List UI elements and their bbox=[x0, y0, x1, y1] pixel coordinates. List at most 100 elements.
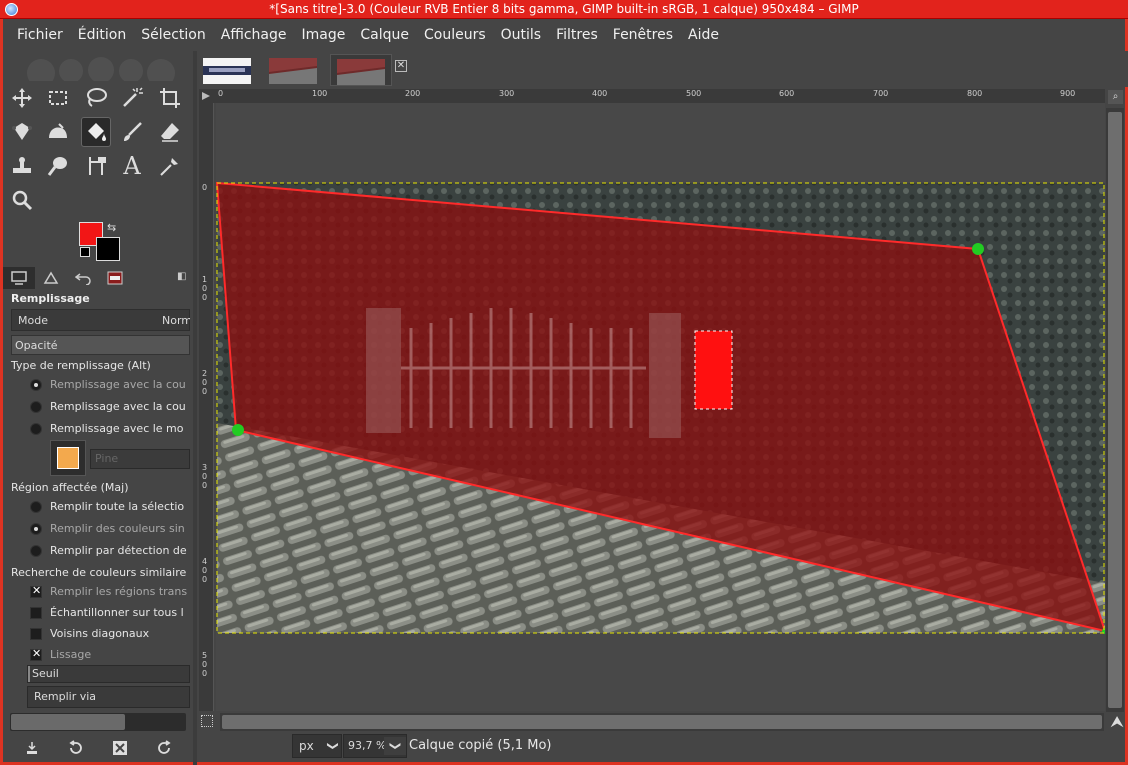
pattern-button[interactable] bbox=[50, 440, 86, 476]
fill-type-option-pattern[interactable]: Remplissage avec le mo bbox=[30, 420, 190, 438]
swap-colors-icon[interactable]: ⇆ bbox=[107, 221, 116, 234]
tool-options-scrollbar[interactable] bbox=[10, 713, 186, 731]
radio-indicator bbox=[30, 501, 42, 513]
ruler-h-label: 400 bbox=[592, 89, 608, 98]
menu-couleurs[interactable]: Couleurs bbox=[418, 27, 492, 43]
option-fill-transparent[interactable]: Remplir les régions trans bbox=[30, 583, 190, 601]
bucket-fill-tool-icon[interactable] bbox=[81, 117, 111, 147]
clone-tool-icon[interactable] bbox=[7, 151, 37, 181]
menu-image[interactable]: Image bbox=[296, 27, 352, 43]
radio-indicator bbox=[30, 423, 42, 435]
horizontal-ruler[interactable]: 0 100 200 300 400 500 600 700 800 900 bbox=[216, 89, 1105, 104]
tab-device-status[interactable] bbox=[35, 267, 67, 289]
scrollbar-thumb[interactable] bbox=[222, 715, 1102, 729]
checkbox-indicator bbox=[30, 628, 42, 640]
zoom-select[interactable]: 93,7 % ❯ bbox=[343, 734, 407, 758]
fuzzy-select-tool-icon[interactable] bbox=[117, 83, 147, 113]
image-tab-3[interactable] bbox=[330, 54, 392, 86]
tab-undo-history[interactable] bbox=[67, 267, 99, 289]
menu-selection[interactable]: Sélection bbox=[135, 27, 212, 43]
reset-icon[interactable] bbox=[154, 738, 174, 758]
navigate-icon[interactable]: ⮝ bbox=[1108, 713, 1126, 731]
radio-indicator bbox=[30, 379, 42, 391]
quick-mask-icon[interactable] bbox=[201, 715, 213, 727]
mode-select[interactable]: Mode Norm bbox=[11, 309, 190, 331]
menu-edition[interactable]: Édition bbox=[72, 27, 132, 43]
option-label: Échantillonner sur tous l bbox=[50, 606, 184, 619]
option-label: Lissage bbox=[50, 648, 92, 661]
radio-indicator bbox=[30, 545, 42, 557]
image-thumbnail bbox=[269, 58, 317, 84]
vertical-scrollbar[interactable] bbox=[1106, 108, 1124, 712]
fill-via-select[interactable]: Remplir via bbox=[27, 686, 190, 708]
paths-tool-icon[interactable] bbox=[81, 151, 111, 181]
canvas-image[interactable] bbox=[216, 103, 1105, 711]
panel-divider[interactable] bbox=[193, 51, 197, 765]
ruler-h-label: 600 bbox=[779, 89, 795, 98]
option-antialiasing[interactable]: Lissage bbox=[30, 646, 190, 664]
region-option-selection[interactable]: Remplir toute la sélectio bbox=[30, 498, 190, 516]
move-tool-icon[interactable] bbox=[7, 83, 37, 113]
horizontal-scrollbar[interactable] bbox=[220, 713, 1104, 731]
crop-tool-icon[interactable] bbox=[155, 83, 185, 113]
menu-calque[interactable]: Calque bbox=[354, 27, 415, 43]
color-picker-tool-icon[interactable] bbox=[155, 151, 185, 181]
app-icon[interactable] bbox=[5, 3, 18, 16]
image-canvas[interactable] bbox=[216, 103, 1105, 711]
restore-icon[interactable] bbox=[66, 738, 86, 758]
pattern-swatch bbox=[57, 447, 79, 469]
image-tab-1[interactable] bbox=[197, 54, 259, 86]
unified-transform-tool-icon[interactable] bbox=[7, 117, 37, 147]
image-tab-2[interactable] bbox=[263, 54, 325, 86]
reset-colors-icon[interactable] bbox=[80, 247, 90, 257]
opacity-slider[interactable]: Opacité bbox=[11, 335, 190, 355]
pattern-name-field[interactable]: Pine bbox=[90, 449, 190, 469]
tab-tool-options[interactable] bbox=[3, 267, 35, 289]
status-bar: px ❯ 93,7 % ❯ Calque copié (5,1 Mo) bbox=[197, 733, 1128, 761]
rect-select-tool-icon[interactable] bbox=[43, 83, 73, 113]
menu-fenetres[interactable]: Fenêtres bbox=[607, 27, 679, 43]
menu-filtres[interactable]: Filtres bbox=[550, 27, 604, 43]
ruler-h-label: 800 bbox=[967, 89, 983, 98]
save-preset-icon[interactable] bbox=[22, 738, 42, 758]
ruler-h-label: 100 bbox=[312, 89, 328, 98]
mode-label: Mode bbox=[18, 314, 48, 327]
unit-select[interactable]: px ❯ bbox=[292, 734, 342, 758]
ruler-corner[interactable] bbox=[199, 89, 216, 103]
warp-tool-icon[interactable] bbox=[43, 117, 73, 147]
threshold-slider[interactable]: Seuil bbox=[27, 665, 190, 683]
text-tool-icon[interactable]: A bbox=[117, 151, 147, 181]
opacity-label: Opacité bbox=[15, 339, 58, 352]
status-message: Calque copié (5,1 Mo) bbox=[409, 738, 552, 753]
zoom-tool-icon[interactable] bbox=[7, 185, 37, 215]
chevron-down-icon: ❯ bbox=[326, 741, 340, 751]
zoom-image-icon[interactable]: ⌕ bbox=[1108, 90, 1123, 104]
close-tab-icon[interactable]: ✕ bbox=[395, 60, 407, 72]
dock-menu-icon[interactable]: ◧ bbox=[177, 271, 186, 282]
scrollbar-thumb[interactable] bbox=[1108, 112, 1122, 708]
paintbrush-tool-icon[interactable] bbox=[117, 117, 147, 147]
tab-images[interactable] bbox=[99, 267, 131, 289]
option-sample-merged[interactable]: Échantillonner sur tous l bbox=[30, 604, 190, 622]
lasso-tool-icon[interactable] bbox=[81, 83, 111, 113]
region-option-similar[interactable]: Remplir des couleurs sin bbox=[30, 520, 190, 538]
vertical-ruler[interactable]: 0 1 0 0 2 0 0 3 0 0 4 0 0 5 0 0 bbox=[199, 103, 214, 711]
fill-type-option-fg[interactable]: Remplissage avec la cou bbox=[30, 376, 190, 394]
option-label: Remplir les régions trans bbox=[50, 585, 188, 598]
menu-bar: Fichier Édition Sélection Affichage Imag… bbox=[0, 19, 1128, 51]
scrollbar-thumb[interactable] bbox=[11, 714, 125, 730]
region-option-line-art[interactable]: Remplir par détection de bbox=[30, 542, 190, 560]
menu-outils[interactable]: Outils bbox=[495, 27, 547, 43]
menu-fichier[interactable]: Fichier bbox=[11, 27, 69, 43]
ruler-h-label: 700 bbox=[873, 89, 889, 98]
fill-type-option-bg[interactable]: Remplissage avec la cou bbox=[30, 398, 190, 416]
ruler-h-label: 900 bbox=[1060, 89, 1076, 98]
similar-heading: Recherche de couleurs similaire bbox=[11, 566, 187, 579]
menu-aide[interactable]: Aide bbox=[682, 27, 725, 43]
background-color-swatch[interactable] bbox=[96, 237, 120, 261]
smudge-tool-icon[interactable] bbox=[43, 151, 73, 181]
delete-preset-icon[interactable] bbox=[110, 738, 130, 758]
option-diagonal-neighbors[interactable]: Voisins diagonaux bbox=[30, 625, 190, 643]
eraser-tool-icon[interactable] bbox=[155, 117, 185, 147]
menu-affichage[interactable]: Affichage bbox=[215, 27, 293, 43]
